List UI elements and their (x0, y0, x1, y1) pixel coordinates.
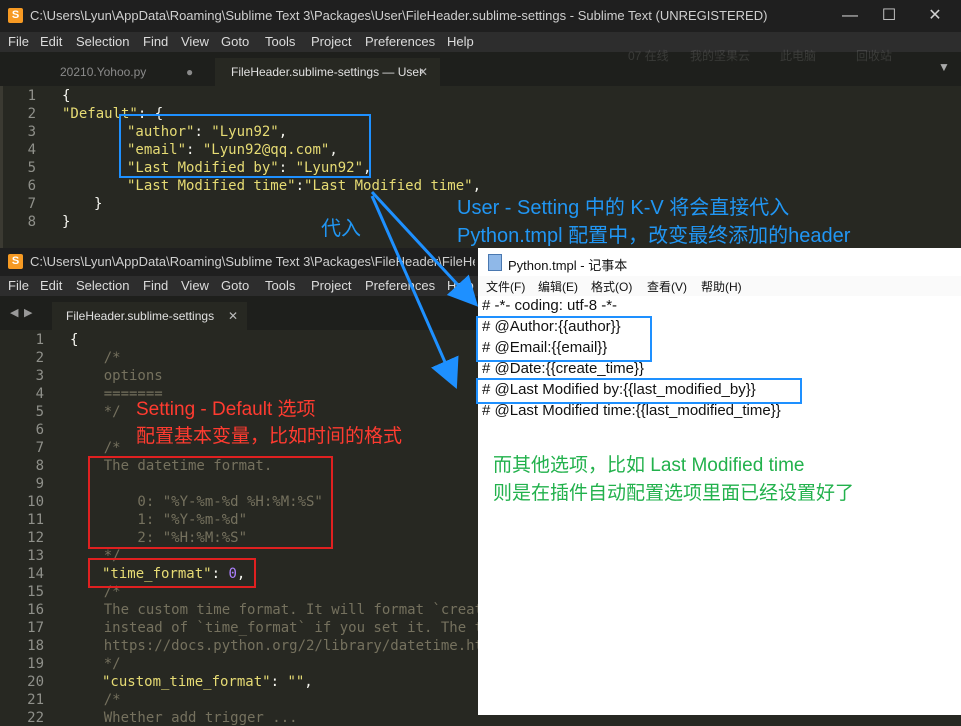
annotation-red-line1: Setting - Default 选项 (136, 399, 316, 420)
annotation-green-line1: 而其他选项，比如 Last Modified time (493, 455, 805, 476)
annotation-green-line2: 则是在插件自动配置选项里面已经设置好了 (493, 483, 855, 504)
annotation-blue-line1: User - Setting 中的 K-V 将会直接代入 (457, 197, 790, 219)
annotation-daoru: 代入 (321, 218, 361, 240)
annotation-blue-line2: Python.tmpl 配置中，改变最终添加的header (457, 225, 851, 247)
annotation-arrows (370, 190, 479, 389)
arrow-to-last-modified (370, 195, 459, 389)
arrow-to-author (370, 190, 479, 307)
annotation-red-line2: 配置基本变量，比如时间的格式 (136, 426, 403, 447)
